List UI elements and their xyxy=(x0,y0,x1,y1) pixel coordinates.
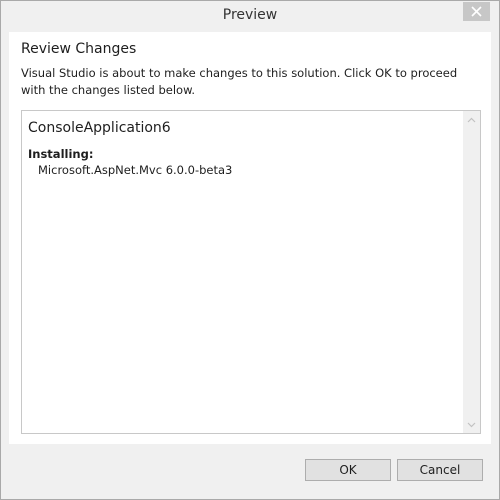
description-text: Visual Studio is about to make changes t… xyxy=(21,66,458,97)
preview-dialog: Preview Review Changes Visual Studio is … xyxy=(0,0,500,500)
package-item: Microsoft.AspNet.Mvc 6.0.0-beta3 xyxy=(38,163,233,177)
installing-label: Installing: xyxy=(28,147,94,161)
review-changes-heading: Review Changes xyxy=(21,41,137,57)
close-button[interactable] xyxy=(463,2,490,21)
vertical-scrollbar[interactable] xyxy=(463,111,480,433)
content-panel: Review Changes Visual Studio is about to… xyxy=(9,32,491,444)
changes-list[interactable]: ConsoleApplication6 Installing: Microsof… xyxy=(21,110,481,434)
scroll-down-button[interactable] xyxy=(463,416,480,433)
title-bar[interactable]: Preview xyxy=(1,1,499,32)
chevron-up-icon xyxy=(467,117,476,122)
cancel-button[interactable]: Cancel xyxy=(397,459,483,481)
close-icon xyxy=(471,6,482,17)
dialog-title: Preview xyxy=(222,7,278,23)
project-name: ConsoleApplication6 xyxy=(28,120,171,136)
ok-button[interactable]: OK xyxy=(305,459,391,481)
chevron-down-icon xyxy=(467,422,476,427)
scroll-up-button[interactable] xyxy=(463,111,480,128)
